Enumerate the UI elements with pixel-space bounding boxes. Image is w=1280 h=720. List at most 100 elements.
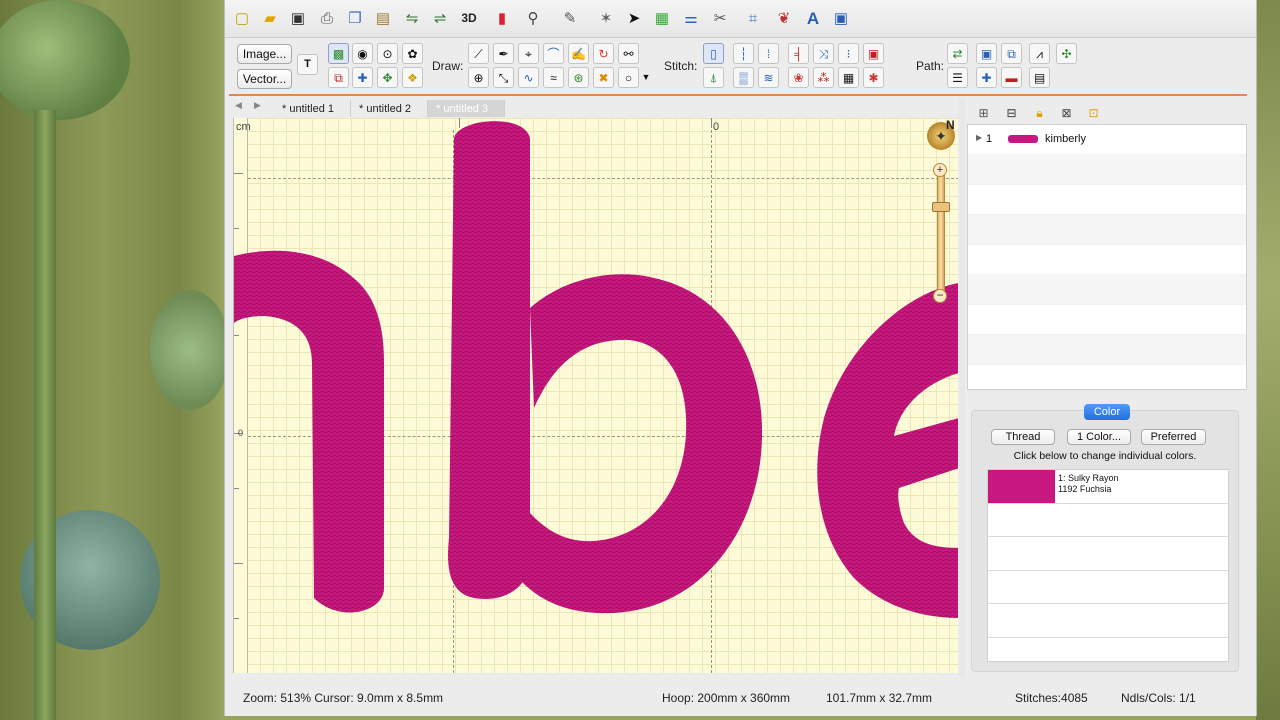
zoom-in-icon[interactable]: +	[933, 163, 947, 177]
motif-fill-icon[interactable]: ❀	[788, 67, 809, 88]
curve-tool-icon[interactable]: ∿	[518, 67, 539, 88]
show-image-icon[interactable]: ▩	[328, 43, 349, 64]
empty-row	[968, 215, 1246, 245]
path-layer-icon[interactable]: ▤	[1029, 67, 1050, 88]
bar-chart-icon[interactable]: ▮	[491, 7, 513, 29]
border-stitch-icon[interactable]: ▣	[863, 43, 884, 64]
wave-tool-icon[interactable]: ≈	[543, 67, 564, 88]
open-folder-icon[interactable]: ▰	[259, 7, 281, 29]
shape-dropdown-icon[interactable]: ▼	[639, 67, 653, 88]
design-canvas[interactable]: cm 0 0 ✦ N + −	[233, 118, 958, 673]
zoom-icon[interactable]: ⚲	[522, 7, 544, 29]
step-stitch-icon[interactable]: ╡	[788, 43, 809, 64]
tab-prev-icon[interactable]: ◀	[235, 100, 242, 111]
freehand-tool-icon[interactable]: ✍	[568, 43, 589, 64]
text-tool-icon[interactable]: T	[297, 54, 318, 75]
thread-chart-icon[interactable]: ⚌	[680, 7, 702, 29]
path-order-icon[interactable]: ⇄	[947, 43, 968, 64]
lettering-icon[interactable]: A	[802, 7, 824, 29]
path-waves-icon[interactable]: ⩘	[1029, 43, 1050, 64]
arrange-icon[interactable]: ❖	[402, 67, 423, 88]
tab-next-icon[interactable]: ▶	[254, 100, 261, 111]
pointer-icon[interactable]: ➤	[623, 7, 645, 29]
select-icon[interactable]: ▦	[651, 7, 673, 29]
threed-view-icon[interactable]: 3D	[458, 7, 480, 29]
pattern-stitch-icon[interactable]: ⁂	[813, 67, 834, 88]
tab-untitled-3[interactable]: * untitled 3	[428, 100, 505, 117]
save-icon[interactable]: ▣	[287, 7, 309, 29]
path-scatter-icon[interactable]: ✣	[1056, 43, 1077, 64]
path-end-icon[interactable]: ⧉	[1001, 43, 1022, 64]
eye-icon[interactable]: ◉	[352, 43, 373, 64]
path-center-icon[interactable]: ✚	[976, 67, 997, 88]
grid-stitch-icon[interactable]: ▦	[838, 67, 859, 88]
path-stack-icon[interactable]: ☰	[947, 67, 968, 88]
combine-icon[interactable]: ⧉	[328, 67, 349, 88]
paste-icon[interactable]: ▤	[372, 7, 394, 29]
circle-tool-icon[interactable]: ○	[618, 67, 639, 88]
layer-row[interactable]: ▶ 1 kimberly	[968, 125, 1246, 155]
bean-stitch-icon[interactable]: ┆	[733, 43, 754, 64]
select-object-icon[interactable]: ⊙	[377, 43, 398, 64]
center-icon[interactable]: ✥	[377, 67, 398, 88]
embroidery-design[interactable]	[234, 118, 958, 673]
mirror-vertical-icon[interactable]: ⇌	[429, 7, 451, 29]
thread-button[interactable]: Thread	[991, 429, 1055, 445]
pen-tool-icon[interactable]: ✒	[493, 43, 514, 64]
main-toolbar: ▢ ▰ ▣ ⎙ ❐ ▤ ⇋ ⇌ 3D ▮ ⚲ ✎ ✶ ➤ ▦ ⚌ ✂ ⌗ ❦ A…	[225, 0, 1256, 38]
thread-swatch[interactable]	[988, 470, 1055, 503]
lock-icon[interactable]: 🔒︎	[1029, 102, 1050, 123]
run-stitch-icon[interactable]: ▯	[703, 43, 724, 64]
thread-brand: 1: Sulky Rayon	[1058, 473, 1119, 483]
wave-fill-icon[interactable]: ≋	[758, 67, 779, 88]
copy-icon[interactable]: ❐	[344, 7, 366, 29]
monogram-icon[interactable]: ▣	[830, 7, 852, 29]
unlock-icon[interactable]: ⊡	[1083, 102, 1104, 123]
disclosure-triangle-icon[interactable]: ▶	[976, 133, 982, 142]
colors-button[interactable]: 1 Color...	[1067, 429, 1131, 445]
dot-stitch-icon[interactable]: ⁝	[838, 43, 859, 64]
tab-untitled-2[interactable]: * untitled 2	[351, 100, 428, 117]
zoom-out-icon[interactable]: −	[933, 289, 947, 303]
zoom-tool-icon[interactable]: ⊕	[468, 67, 489, 88]
path-start-icon[interactable]: ▣	[976, 43, 997, 64]
align-icon[interactable]: ✚	[352, 67, 373, 88]
cross-stitch-icon[interactable]: ⤨	[813, 43, 834, 64]
tab-untitled-1[interactable]: * untitled 1	[274, 100, 351, 117]
preferred-button[interactable]: Preferred	[1141, 429, 1206, 445]
image-button[interactable]: Image...	[237, 44, 292, 64]
node-tool-icon[interactable]: ⌖	[518, 43, 539, 64]
fill-tool-icon[interactable]: ⊛	[568, 67, 589, 88]
color-tab[interactable]: Color	[1084, 404, 1130, 420]
thread-row[interactable]: 1: Sulky Rayon 1192 Fuchsia	[988, 470, 1228, 504]
zoom-slider-thumb[interactable]	[932, 202, 950, 212]
print-icon[interactable]: ⎙	[316, 7, 338, 29]
new-file-icon[interactable]: ▢	[231, 7, 253, 29]
star-stitch-icon[interactable]: ✱	[863, 67, 884, 88]
satin-stitch-icon[interactable]: ⁞	[758, 43, 779, 64]
stitch-player-icon[interactable]: ✶	[595, 7, 617, 29]
rotate-tool-icon[interactable]: ↻	[593, 43, 614, 64]
measure-icon[interactable]: ✎	[559, 7, 581, 29]
zoom-cursor-status: Zoom: 513% Cursor: 9.0mm x 8.5mm	[243, 691, 444, 705]
pattern-fill-icon[interactable]: ⌗	[742, 7, 764, 29]
knife-tool-icon[interactable]: ✖	[593, 67, 614, 88]
layer-collapse-icon[interactable]: ⊟	[1001, 102, 1022, 123]
zoom-slider[interactable]	[937, 168, 945, 298]
path-color-icon[interactable]: ▬	[1001, 67, 1022, 88]
lock-outline-icon[interactable]: ⊠	[1056, 102, 1077, 123]
hoop-icon[interactable]: ✂	[709, 7, 731, 29]
scale-tool-icon[interactable]: ⤡	[493, 67, 514, 88]
layer-expand-icon[interactable]: ⊞	[973, 102, 994, 123]
mirror-horizontal-icon[interactable]: ⇋	[401, 7, 423, 29]
fill-stitch-icon[interactable]: ▒	[733, 67, 754, 88]
design-size-status: 101.7mm x 32.7mm	[826, 691, 933, 705]
group-icon[interactable]: ✿	[402, 43, 423, 64]
background-bud-mid	[150, 290, 230, 410]
vector-button[interactable]: Vector...	[237, 69, 292, 89]
line-tool-icon[interactable]: ⟋	[468, 43, 489, 64]
needle-icon[interactable]: ⍋	[703, 67, 724, 88]
path-tool-icon[interactable]: ⚯	[618, 43, 639, 64]
arc-tool-icon[interactable]: ⌒	[543, 43, 564, 64]
applique-icon[interactable]: ❦	[773, 7, 795, 29]
